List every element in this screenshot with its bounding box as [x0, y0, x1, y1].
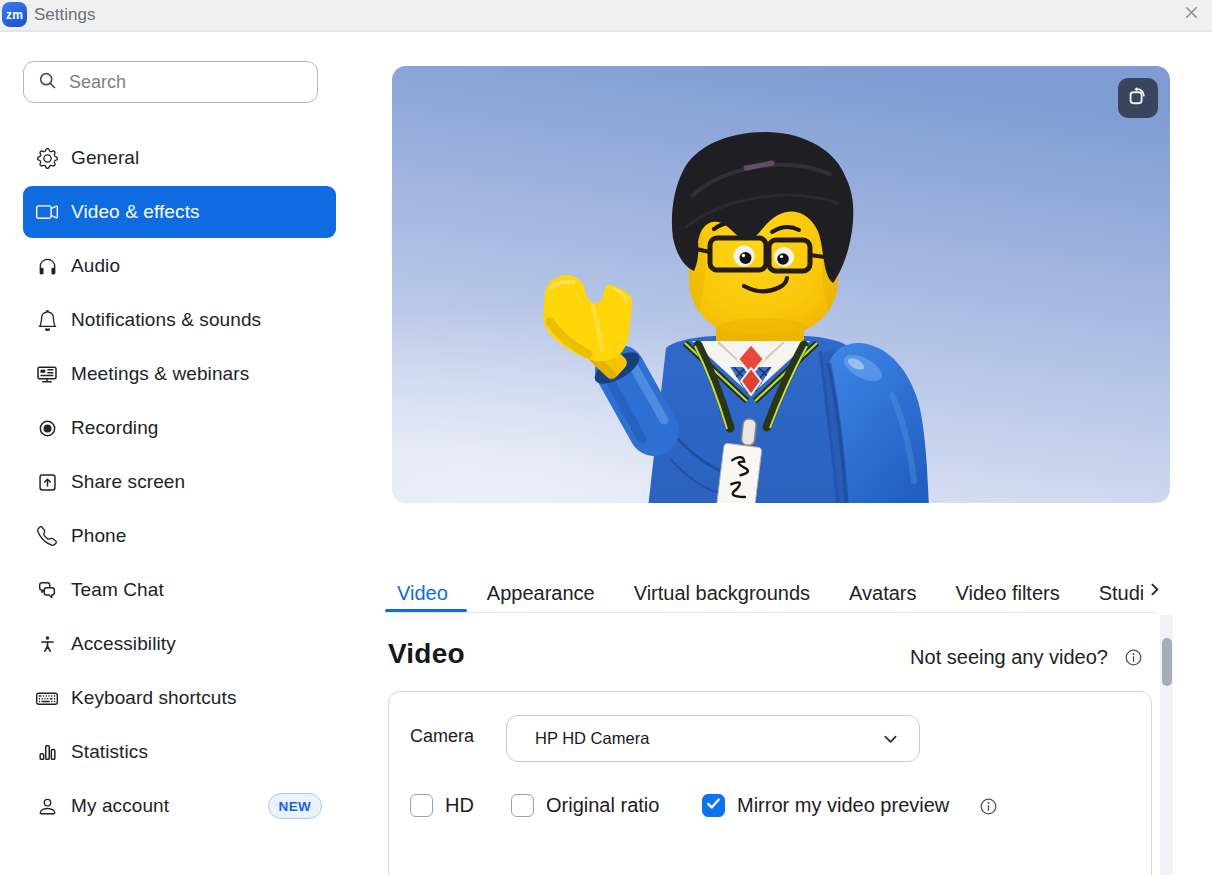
- tab-appearance[interactable]: Appearance: [467, 574, 614, 612]
- square-arrow-up-icon: [36, 471, 58, 493]
- user-icon: [36, 795, 58, 817]
- sidebar-item-statistics[interactable]: Statistics: [23, 726, 336, 778]
- lego-minifigure-illustration: [392, 66, 1170, 503]
- gear-icon: [36, 147, 58, 169]
- camera-select[interactable]: HP HD Camera: [506, 715, 920, 762]
- info-icon[interactable]: [979, 797, 998, 816]
- zoom-logo: zm: [2, 2, 27, 27]
- sidebar-item-label: Keyboard shortcuts: [71, 687, 237, 709]
- tab-video-filters[interactable]: Video filters: [936, 574, 1079, 612]
- mirror-video-checkbox-label: Mirror my video preview: [737, 794, 949, 817]
- sidebar-item-label: Audio: [71, 255, 120, 277]
- sidebar-item-meetings[interactable]: Meetings & webinars: [23, 348, 336, 400]
- bar-chart-icon: [36, 741, 58, 763]
- sidebar-item-audio[interactable]: Audio: [23, 240, 336, 292]
- sidebar-item-label: Share screen: [71, 471, 185, 493]
- close-icon: [1183, 4, 1200, 25]
- sidebar-item-share-screen[interactable]: Share screen: [23, 456, 336, 508]
- accessibility-person-icon: [36, 633, 58, 655]
- new-badge: NEW: [268, 793, 322, 819]
- tab-virtual-backgrounds[interactable]: Virtual backgrounds: [614, 574, 829, 612]
- camera-label: Camera: [410, 726, 474, 747]
- sidebar-item-video-effects[interactable]: Video & effects: [23, 186, 336, 238]
- settings-window: zm Settings Search General Video &: [0, 0, 1212, 875]
- sidebar-item-general[interactable]: General: [23, 132, 336, 184]
- chat-bubbles-icon: [36, 579, 58, 601]
- sidebar-item-team-chat[interactable]: Team Chat: [23, 564, 336, 616]
- bell-icon: [36, 309, 58, 331]
- hd-checkbox[interactable]: [410, 794, 433, 817]
- search-icon: [37, 70, 58, 95]
- headphones-icon: [36, 255, 58, 277]
- section-title: Video: [388, 638, 465, 670]
- record-circle-icon: [36, 417, 58, 439]
- mirror-video-checkbox-group[interactable]: Mirror my video preview: [702, 794, 949, 817]
- search-input[interactable]: Search: [23, 61, 318, 103]
- sidebar-item-notifications[interactable]: Notifications & sounds: [23, 294, 336, 346]
- rotate-square-icon: [1126, 84, 1150, 112]
- search-placeholder: Search: [69, 72, 126, 93]
- sidebar-item-label: Statistics: [71, 741, 148, 763]
- tab-avatars[interactable]: Avatars: [830, 574, 936, 612]
- original-ratio-checkbox-group[interactable]: Original ratio: [511, 794, 659, 817]
- chevron-down-icon: [881, 729, 900, 748]
- tab-video[interactable]: Video: [385, 574, 467, 612]
- original-ratio-checkbox[interactable]: [511, 794, 534, 817]
- no-video-help[interactable]: Not seeing any video?: [910, 646, 1143, 669]
- title-bar: zm Settings: [0, 0, 1212, 32]
- sidebar-nav: General Video & effects Audio Notificati…: [23, 132, 336, 834]
- close-button[interactable]: [1176, 0, 1206, 28]
- sidebar-item-label: Recording: [71, 417, 159, 439]
- mirror-video-checkbox[interactable]: [702, 794, 725, 817]
- keyboard-icon: [36, 687, 58, 709]
- sidebar-item-label: Video & effects: [71, 201, 200, 223]
- sidebar-item-label: Meetings & webinars: [71, 363, 249, 385]
- sidebar-item-label: Team Chat: [71, 579, 164, 601]
- tabs-scroll-right-button[interactable]: [1143, 578, 1165, 604]
- sidebar-item-label: Accessibility: [71, 633, 176, 655]
- sidebar-item-recording[interactable]: Recording: [23, 402, 336, 454]
- info-icon[interactable]: [1124, 648, 1143, 667]
- sidebar-item-accessibility[interactable]: Accessibility: [23, 618, 336, 670]
- sidebar-item-label: My account: [71, 795, 169, 817]
- rotate-preview-button[interactable]: [1118, 78, 1158, 118]
- sidebar-item-phone[interactable]: Phone: [23, 510, 336, 562]
- hd-checkbox-group[interactable]: HD: [410, 794, 474, 817]
- video-camera-icon: [36, 201, 58, 223]
- original-ratio-checkbox-label: Original ratio: [546, 794, 659, 817]
- sidebar-item-label: Phone: [71, 525, 126, 547]
- scrollbar-thumb[interactable]: [1162, 638, 1172, 686]
- hd-checkbox-label: HD: [445, 794, 474, 817]
- phone-handset-icon: [36, 525, 58, 547]
- sidebar-item-keyboard-shortcuts[interactable]: Keyboard shortcuts: [23, 672, 336, 724]
- sidebar-item-label: General: [71, 147, 139, 169]
- sidebar-item-label: Notifications & sounds: [71, 309, 261, 331]
- camera-select-value: HP HD Camera: [535, 729, 649, 748]
- window-title: Settings: [34, 0, 95, 30]
- sidebar-item-my-account[interactable]: My account NEW: [23, 780, 336, 832]
- preview-tabs: Video Appearance Virtual backgrounds Ava…: [385, 574, 1157, 613]
- monitor-grid-icon: [36, 363, 58, 385]
- camera-preview: [392, 66, 1170, 503]
- checkmark-icon: [705, 795, 722, 816]
- chevron-right-icon: [1146, 581, 1163, 602]
- no-video-help-text: Not seeing any video?: [910, 646, 1108, 669]
